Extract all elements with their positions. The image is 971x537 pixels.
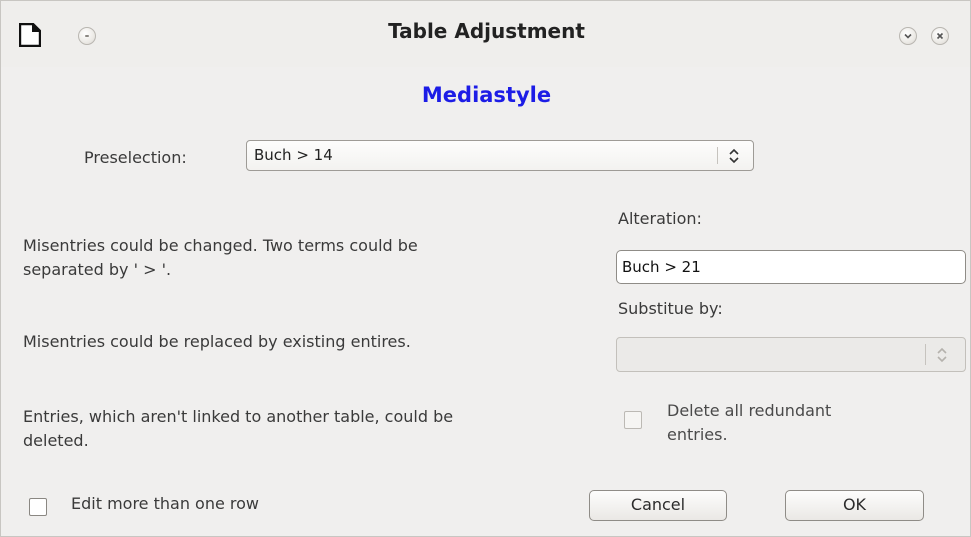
edit-multiple-label: Edit more than one row (71, 494, 260, 513)
delete-checkbox-label-line1: Delete all redundant (667, 401, 832, 420)
preselection-value: Buch > 14 (254, 146, 333, 164)
cancel-button[interactable]: Cancel (589, 490, 727, 521)
delete-checkbox-label-line2: entries. (667, 425, 728, 444)
delete-description-line1: Entries, which aren't linked to another … (23, 407, 454, 426)
up-down-arrows-icon (937, 347, 947, 363)
substitute-combobox[interactable] (616, 337, 966, 372)
substitute-description: Misentries could be replaced by existing… (23, 332, 411, 351)
alteration-input[interactable] (620, 253, 954, 281)
up-down-arrows-icon (729, 148, 739, 164)
edit-multiple-checkbox[interactable] (29, 498, 47, 516)
substitute-label: Substitue by: (618, 299, 723, 318)
preselection-label: Preselection: (84, 148, 187, 167)
window-title: Table Adjustment (388, 19, 585, 43)
alteration-field[interactable] (616, 250, 966, 284)
table-adjustment-dialog: Table Adjustment Mediastyle Preselection… (0, 0, 971, 537)
dialog-heading: Mediastyle (421, 83, 552, 107)
ok-button[interactable]: OK (785, 490, 924, 521)
alteration-description-line1: Misentries could be changed. Two terms c… (23, 236, 418, 255)
titlebar: Table Adjustment (1, 1, 970, 67)
delete-redundant-checkbox[interactable] (624, 411, 642, 429)
preselection-combobox[interactable]: Buch > 14 (246, 140, 754, 171)
alteration-description-line2: separated by ' > '. (23, 260, 172, 279)
close-icon[interactable] (931, 27, 949, 45)
alteration-label: Alteration: (618, 209, 702, 228)
chevron-down-icon[interactable] (899, 27, 917, 45)
delete-description-line2: deleted. (23, 431, 89, 450)
